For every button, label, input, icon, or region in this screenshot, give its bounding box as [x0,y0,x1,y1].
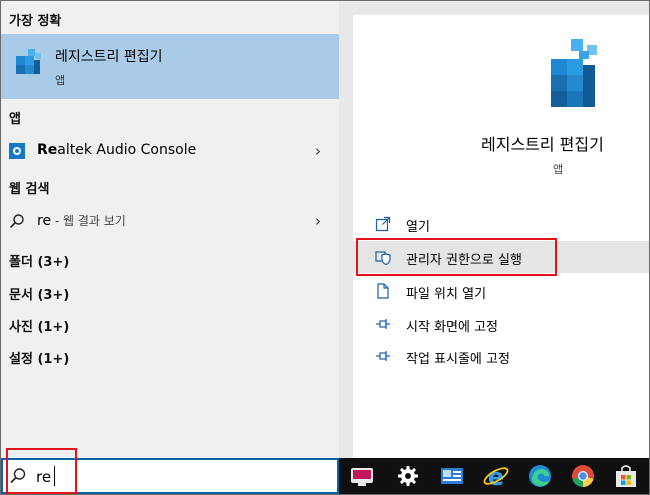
action-pin-to-taskbar[interactable]: 작업 표시줄에 고정 [353,340,649,372]
best-match-header: 가장 정확 [9,14,62,29]
app-result-realtek[interactable]: Realtek Audio Console › [1,136,339,166]
app-type: 앱 [553,163,564,176]
action-label: 파일 위치 열기 [406,287,487,302]
annotation-highlight-search [6,448,77,494]
action-label: 열기 [406,220,430,235]
annotation-highlight-run-as-admin [356,238,557,276]
pin-icon [376,351,390,361]
best-match-type: 앱 [55,74,66,87]
action-pin-to-start[interactable]: 시작 화면에 고정 [353,308,649,340]
web-search-header: 웹 검색 [9,182,50,197]
web-result-label: re - 웹 결과 보기 [37,213,126,229]
action-label: 작업 표시줄에 고정 [406,352,510,367]
chevron-right-icon[interactable]: › [315,142,321,160]
best-match-title: 레지스트리 편집기 [55,49,163,65]
search-icon [9,214,24,229]
registry-editor-icon [16,49,41,74]
app-result-label: Realtek Audio Console [37,142,197,158]
web-search-result[interactable]: re - 웹 결과 보기 › [1,206,339,236]
action-label: 시작 화면에 고정 [406,320,498,335]
category-settings[interactable]: 설정 (1+) [9,348,69,367]
svg-text:e: e [488,463,504,490]
taskbar: e [339,458,649,494]
edge-icon[interactable] [526,462,554,490]
realtek-audio-icon [9,143,25,159]
action-open-file-location[interactable]: 파일 위치 열기 [353,275,649,307]
settings-gear-icon[interactable] [394,462,422,490]
registry-editor-icon [551,39,597,107]
file-location-icon [377,283,389,299]
search-results-panel: 가장 정확 레지스트리 편집기 앱 앱 Realtek Audio Consol… [1,1,339,458]
app-detail-card: 레지스트리 편집기 앱 열기 관리자 권한으로 실행 파일 위치 열기 시작 화… [353,15,649,458]
apps-header: 앱 [9,112,21,127]
pin-icon [376,319,390,329]
store-icon[interactable] [612,462,640,490]
chrome-icon[interactable] [569,462,597,490]
category-folders[interactable]: 폴더 (3+) [9,251,69,270]
internet-explorer-icon[interactable]: e [482,462,510,490]
category-photos[interactable]: 사진 (1+) [9,316,69,335]
chat-app-icon[interactable] [348,462,376,490]
best-match-registry-editor[interactable]: 레지스트리 편집기 앱 [1,34,339,99]
category-documents[interactable]: 문서 (3+) [9,284,69,303]
action-open[interactable]: 열기 [353,208,649,240]
chevron-right-icon[interactable]: › [315,212,321,230]
preview-pane: 레지스트리 편집기 앱 열기 관리자 권한으로 실행 파일 위치 열기 시작 화… [339,1,649,458]
open-icon [375,216,391,232]
contact-card-icon[interactable] [438,462,466,490]
